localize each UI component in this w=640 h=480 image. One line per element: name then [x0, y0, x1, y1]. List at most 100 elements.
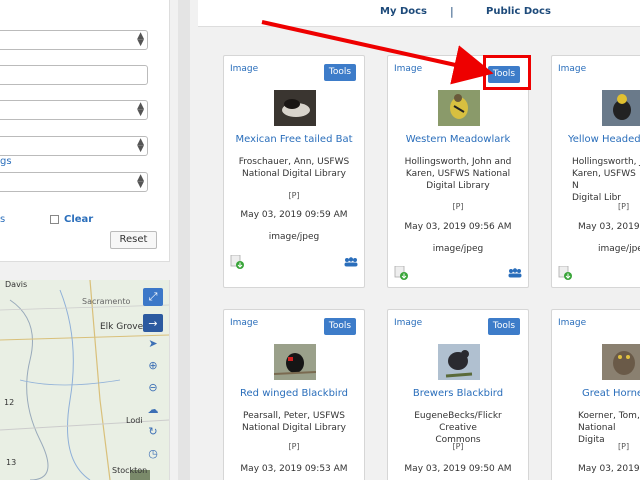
map-label-stockton: Stockton — [112, 466, 148, 475]
thumbnail-image[interactable] — [274, 344, 316, 380]
doc-card[interactable]: Image Tools Red winged Blackbird Pearsal… — [223, 309, 365, 480]
author-line: National Digita — [578, 423, 616, 445]
thumbnail-image[interactable] — [274, 90, 316, 126]
select-arrows-icon: ▲ ▼ — [137, 173, 144, 190]
select-arrows-icon: ▲ ▼ — [137, 31, 144, 48]
thumbnail-image[interactable] — [602, 344, 640, 380]
public-marker: [P] — [288, 191, 300, 200]
download-icon[interactable] — [394, 266, 408, 280]
map-label-lodi: Lodi — [126, 416, 143, 425]
card-title-link[interactable]: Brewers Blackbird — [388, 388, 528, 399]
shared-group-icon — [344, 257, 358, 267]
card-author: Hollingsworth, J Karen, USFWS N Digital … — [572, 156, 640, 204]
pointer-icon[interactable]: ➤ — [143, 334, 163, 352]
tools-button[interactable]: Tools — [324, 64, 356, 81]
public-marker: [P] — [452, 442, 464, 451]
card-type-label: Image — [394, 318, 423, 328]
card-title-link[interactable]: Yellow Headed B — [568, 134, 640, 145]
reset-button[interactable]: Reset — [110, 231, 157, 249]
card-type-label: Image — [394, 64, 423, 74]
card-mime-type: image/jpeg — [268, 232, 320, 242]
filter-panel: ▲ ▼ ▲ ▼ ▲ ▼ gs ▲ ▼ s Clear Reset — [0, 0, 170, 262]
author-line: EugeneBecks/Flickr Creative — [414, 411, 502, 433]
thumbnail-image[interactable] — [438, 344, 480, 380]
card-date: May 03, 2019 09 — [578, 464, 640, 474]
zoom-out-icon[interactable]: ⊖ — [143, 378, 163, 396]
card-type-label: Image — [558, 64, 587, 74]
filter-select-2[interactable]: ▲ ▼ — [0, 100, 148, 120]
card-title-link[interactable]: Red winged Blackbird — [224, 388, 364, 399]
thumbnail-image[interactable] — [602, 90, 640, 126]
app-root: ▲ ▼ ▲ ▼ ▲ ▼ gs ▲ ▼ s Clear Reset Davis Sacra… — [0, 0, 640, 480]
card-author: Koerner, Tom, National Digita — [578, 410, 640, 446]
card-date: May 03, 2019 09:50 AM — [404, 464, 512, 474]
zoom-in-icon[interactable]: ⊕ — [143, 356, 163, 374]
clear-checkbox[interactable] — [50, 215, 59, 224]
card-author: Hollingsworth, John and Karen, USFWS Nat… — [394, 156, 522, 192]
card-author: Pearsall, Peter, USFWS National Digital … — [230, 410, 358, 434]
map-label-edge-13: 13 — [6, 458, 17, 467]
author-line: National Digital Library — [242, 423, 346, 433]
public-marker: [P] — [452, 202, 464, 211]
upload-icon[interactable]: ☁ — [143, 400, 163, 418]
filter-select-1[interactable]: ▲ ▼ — [0, 30, 148, 50]
select-arrows-icon: ▲ ▼ — [137, 101, 144, 118]
public-marker: [P] — [288, 442, 300, 451]
map-label-sacramento: Sacramento — [82, 297, 131, 306]
author-line: Froschauer, Ann, USFWS — [238, 157, 350, 167]
card-author: EugeneBecks/Flickr Creative Commons — [394, 410, 522, 446]
card-title-link[interactable]: Great Horneo — [582, 388, 640, 399]
card-type-label: Image — [230, 64, 259, 74]
public-marker: [P] — [618, 202, 630, 211]
filter-input-1[interactable] — [0, 65, 148, 85]
card-author: Froschauer, Ann, USFWS National Digital … — [230, 156, 358, 180]
map-label-edge-12: 12 — [4, 398, 15, 407]
download-icon[interactable] — [558, 266, 572, 280]
author-line: Koerner, Tom, — [578, 411, 640, 421]
select-arrows-icon: ▲ ▼ — [137, 137, 144, 154]
public-marker: [P] — [618, 442, 630, 451]
annotation-highlight-box — [483, 55, 531, 90]
download-icon[interactable] — [230, 255, 244, 269]
card-type-label: Image — [558, 318, 587, 328]
refresh-icon[interactable]: ↻ — [143, 422, 163, 440]
card-type-label: Image — [230, 318, 259, 328]
author-line: Hollingsworth, John and — [404, 157, 512, 167]
doc-card[interactable]: Image Great Horneo Koerner, Tom, Nationa… — [551, 309, 640, 480]
tab-public-docs[interactable]: Public Docs — [486, 6, 551, 17]
card-date: May 03, 2019 09 — [578, 222, 640, 232]
card-mime-type: image/jpe — [598, 244, 640, 254]
map-label-elk-grove: Elk Grove — [100, 322, 144, 332]
thumbnail-image[interactable] — [438, 90, 480, 126]
doc-card[interactable]: Image Yellow Headed B Hollingsworth, J K… — [551, 55, 640, 288]
card-date: May 03, 2019 09:59 AM — [240, 210, 348, 220]
author-line: Karen, USFWS N — [572, 169, 636, 191]
author-line: National Digital Library — [242, 169, 346, 179]
filter-select-4[interactable]: ▲ ▼ — [0, 172, 148, 192]
map-view[interactable]: Davis Sacramento Elk Grove 12 Lodi 13 St… — [0, 280, 170, 480]
author-line: Pearsall, Peter, USFWS — [242, 411, 345, 421]
doc-tabs: My Docs | Public Docs — [198, 0, 640, 27]
filter-link-fragment[interactable]: gs — [0, 156, 12, 167]
clock-icon[interactable]: ◷ — [143, 444, 163, 462]
tab-my-docs[interactable]: My Docs — [380, 6, 427, 17]
filter-link-fragment-2[interactable]: s — [0, 214, 5, 225]
tools-button[interactable]: Tools — [324, 318, 356, 335]
panel-divider[interactable] — [178, 0, 190, 480]
filter-select-3[interactable]: ▲ ▼ — [0, 136, 148, 156]
tools-button[interactable]: Tools — [488, 318, 520, 335]
fullscreen-icon[interactable]: ⤢ — [143, 288, 163, 306]
author-line: Digital Library — [426, 181, 490, 191]
card-title-link[interactable]: Mexican Free tailed Bat — [224, 134, 364, 145]
doc-card[interactable]: Image Tools Mexican Free tailed Bat Fros… — [223, 55, 365, 288]
clear-control[interactable]: Clear — [50, 214, 93, 225]
clear-label[interactable]: Clear — [64, 214, 93, 225]
author-line: Hollingsworth, J — [572, 157, 640, 167]
map-label-davis: Davis — [5, 280, 28, 289]
tab-separator: | — [450, 5, 454, 18]
doc-card[interactable]: Image Tools Brewers Blackbird EugeneBeck… — [387, 309, 529, 480]
shared-group-icon — [508, 268, 522, 278]
card-date: May 03, 2019 09:53 AM — [240, 464, 348, 474]
next-arrow-icon[interactable]: → — [143, 314, 163, 332]
card-title-link[interactable]: Western Meadowlark — [388, 134, 528, 145]
